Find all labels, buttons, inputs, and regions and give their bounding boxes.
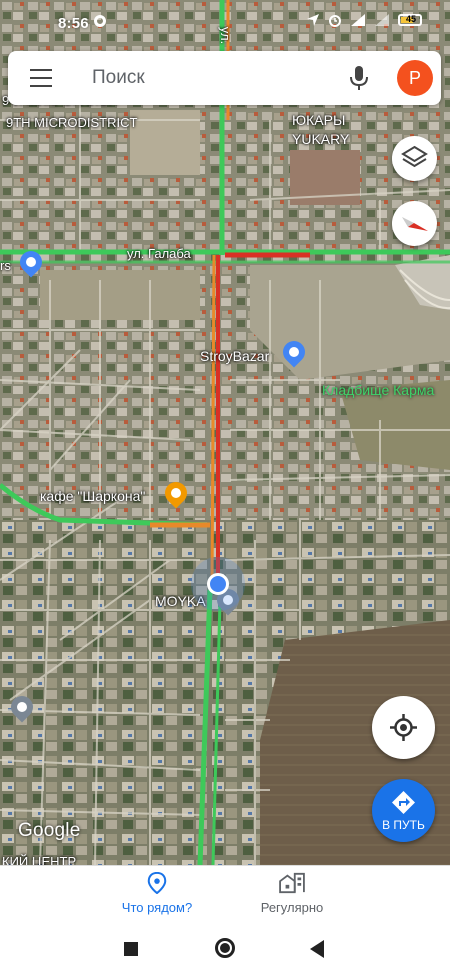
status-icons: 45 [306,13,422,27]
signal-icon [351,14,365,26]
mic-icon[interactable] [348,64,370,92]
my-location-button[interactable] [372,696,435,759]
alarm-icon [329,15,341,27]
system-navigation-bar [0,921,450,975]
home-icon[interactable] [215,938,235,958]
poi-label-cemetery[interactable]: Кладбище Карма [322,382,434,398]
directions-label: В ПУТЬ [382,818,425,832]
search-bar[interactable]: Поиск P [8,51,441,105]
google-logo: Google [18,820,81,841]
map-canvas[interactable]: 9-Й МИКРОРАЙОН 9TH MICRODISTRICT ЮКАРЫ Y… [0,0,450,865]
tab-commute[interactable]: Регулярно [232,872,352,915]
battery-icon: 45 [398,14,422,26]
area-label-bottom: КИЙ ЦЕНТР [2,854,77,865]
status-time: 8:56 [58,15,89,32]
tab-commute-label: Регулярно [260,900,324,915]
tab-explore-label: Что рядом? [121,900,193,915]
poi-label-stroybazar[interactable]: StroyBazar [200,348,269,364]
gps-arrow-icon [307,14,319,26]
search-input[interactable]: Поиск [92,67,145,89]
signal-icon [375,14,389,26]
bottom-navigation: Что рядом? Регулярно [0,865,450,921]
menu-icon[interactable] [30,69,52,87]
poi-label-moyka[interactable]: MOYKA [155,593,206,609]
pin-icon [147,872,167,894]
street-label-galaba: ул. Галаба [127,246,191,261]
directions-button[interactable]: В ПУТЬ [372,779,435,842]
status-bar: 8:56 45 [0,0,450,48]
back-icon[interactable] [310,940,324,958]
yukary-label-en: YUKARY [292,131,350,147]
layers-button[interactable] [392,136,437,181]
poi-label-rs: rs [0,258,11,273]
my-location-dot [207,573,229,595]
layers-icon [401,145,428,168]
tab-explore[interactable]: Что рядом? [97,872,217,915]
compass-button[interactable] [392,201,437,246]
recents-icon[interactable] [124,942,138,956]
battery-level: 45 [405,14,416,24]
yukary-label-ru: ЮКАРЫ [292,112,346,128]
district-label-en: 9TH MICRODISTRICT [6,115,138,130]
commute-icon [279,872,305,894]
account-avatar[interactable]: P [397,60,433,96]
crosshair-icon [390,714,417,741]
poi-label-cafe[interactable]: кафе "Шаркона" [40,488,145,504]
location-status-icon [94,15,106,27]
compass-icon [402,217,428,231]
